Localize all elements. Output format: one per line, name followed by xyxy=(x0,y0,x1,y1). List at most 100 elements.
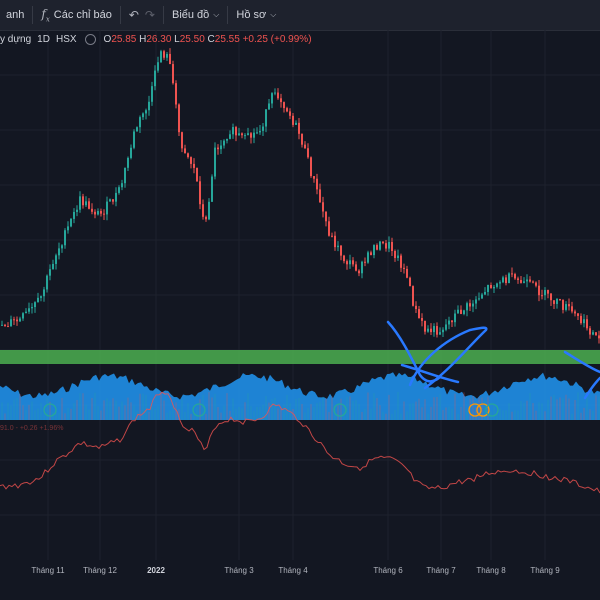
high-value: 26.30 xyxy=(146,33,172,45)
candle-body xyxy=(388,242,390,249)
candle-body xyxy=(124,167,126,184)
toolbar-divider xyxy=(162,6,164,24)
candle-body xyxy=(160,51,162,63)
candle-body xyxy=(223,140,225,146)
candle-body xyxy=(328,221,330,236)
candle-body xyxy=(325,211,327,222)
chart-type-dropdown[interactable]: Biểu đồ ⌵ xyxy=(166,0,225,30)
candle-body xyxy=(277,92,279,99)
candle-body xyxy=(334,235,336,248)
candle-body xyxy=(370,252,372,256)
candle-body xyxy=(529,279,531,282)
candle-body xyxy=(70,218,72,227)
candle-body xyxy=(430,328,432,333)
candle-body xyxy=(568,304,570,307)
candle-body xyxy=(7,326,9,328)
candle-body xyxy=(121,183,123,188)
candle-body xyxy=(169,53,171,65)
candle-body xyxy=(235,127,237,136)
candle-body xyxy=(127,157,129,168)
chevron-down-icon: ⌵ xyxy=(213,10,220,19)
candle-body xyxy=(424,320,426,332)
candle-body xyxy=(544,290,546,296)
candle-body xyxy=(433,326,435,333)
time-axis-label: Tháng 8 xyxy=(476,566,506,575)
symbol-name[interactable]: y dựng xyxy=(0,34,31,45)
candle-body xyxy=(232,127,234,135)
candle-body xyxy=(451,320,453,323)
candle-body xyxy=(538,285,540,296)
redo-icon: ↷ xyxy=(144,8,155,22)
indicators-button[interactable]: fx Các chỉ báo xyxy=(35,0,118,30)
candle-body xyxy=(283,102,285,109)
interval-label[interactable]: 1D xyxy=(37,34,50,45)
candle-body xyxy=(61,245,63,249)
candle-body xyxy=(58,248,60,256)
candle-body xyxy=(37,297,39,303)
candle-body xyxy=(508,273,510,284)
candle-body xyxy=(10,319,12,327)
candle-body xyxy=(346,261,348,265)
candle-body xyxy=(187,153,189,158)
price-chart[interactable] xyxy=(0,30,600,560)
ohlc-values: O25.85 H26.30 L25.50 C25.55 +0.25 (+0.99… xyxy=(104,34,312,45)
candle-body xyxy=(448,320,450,325)
candle-body xyxy=(487,285,489,292)
candle-body xyxy=(157,62,159,71)
candle-body xyxy=(550,293,552,301)
time-axis-label: Tháng 7 xyxy=(426,566,456,575)
candle-body xyxy=(442,329,444,333)
candle-body xyxy=(76,209,78,212)
time-axis-label: Tháng 9 xyxy=(530,566,560,575)
candle-body xyxy=(52,263,54,270)
candle-body xyxy=(145,110,147,114)
candle-body xyxy=(394,250,396,259)
candle-body xyxy=(226,138,228,141)
change-value: +0.25 (+0.99%) xyxy=(242,33,312,45)
candle-body xyxy=(562,299,564,310)
candle-body xyxy=(436,326,438,335)
time-axis-label: 2022 xyxy=(147,566,165,575)
time-axis-label: Tháng 11 xyxy=(31,566,65,575)
candle-body xyxy=(412,286,414,306)
candle-body xyxy=(163,51,165,58)
candle-body xyxy=(307,148,309,158)
undo-button[interactable]: ↶ xyxy=(123,0,145,30)
candle-body xyxy=(313,176,315,179)
candle-body xyxy=(220,145,222,150)
candle-body xyxy=(97,211,99,215)
time-axis[interactable]: Tháng 11 Tháng 12 2022 Tháng 3 Tháng 4 Tháng … xyxy=(0,560,600,580)
candle-body xyxy=(349,260,351,265)
candle-body xyxy=(46,275,48,290)
candle-body xyxy=(31,307,33,309)
candle-body xyxy=(340,245,342,256)
fx-icon: fx xyxy=(41,6,50,24)
candle-body xyxy=(217,147,219,150)
candle-body xyxy=(490,285,492,289)
candle-body xyxy=(289,111,291,116)
candle-body xyxy=(22,313,24,319)
support-zone xyxy=(0,350,600,364)
low-value: 25.50 xyxy=(179,33,205,45)
candle-body xyxy=(1,324,3,326)
candle-body xyxy=(208,201,210,220)
candle-body xyxy=(100,211,102,214)
candle-body xyxy=(166,53,168,58)
top-toolbar: anh fx Các chỉ báo ↶ ↷ Biểu đồ ⌵ Hồ sơ ⌵ xyxy=(0,0,600,31)
candle-body xyxy=(4,324,6,327)
candle-body xyxy=(151,86,153,102)
candle-body xyxy=(238,133,240,136)
candle-body xyxy=(409,277,411,287)
candle-body xyxy=(178,104,180,133)
candle-body xyxy=(505,277,507,284)
profile-dropdown[interactable]: Hồ sơ ⌵ xyxy=(230,0,282,30)
toolbar-left-item[interactable]: anh xyxy=(0,0,30,30)
candle-body xyxy=(256,132,258,134)
candle-body xyxy=(355,264,357,271)
candle-body xyxy=(445,324,447,330)
candle-body xyxy=(469,303,471,307)
candle-body xyxy=(265,109,267,127)
candle-body xyxy=(577,313,579,316)
candle-body xyxy=(331,235,333,237)
redo-button[interactable]: ↷ xyxy=(145,0,161,30)
